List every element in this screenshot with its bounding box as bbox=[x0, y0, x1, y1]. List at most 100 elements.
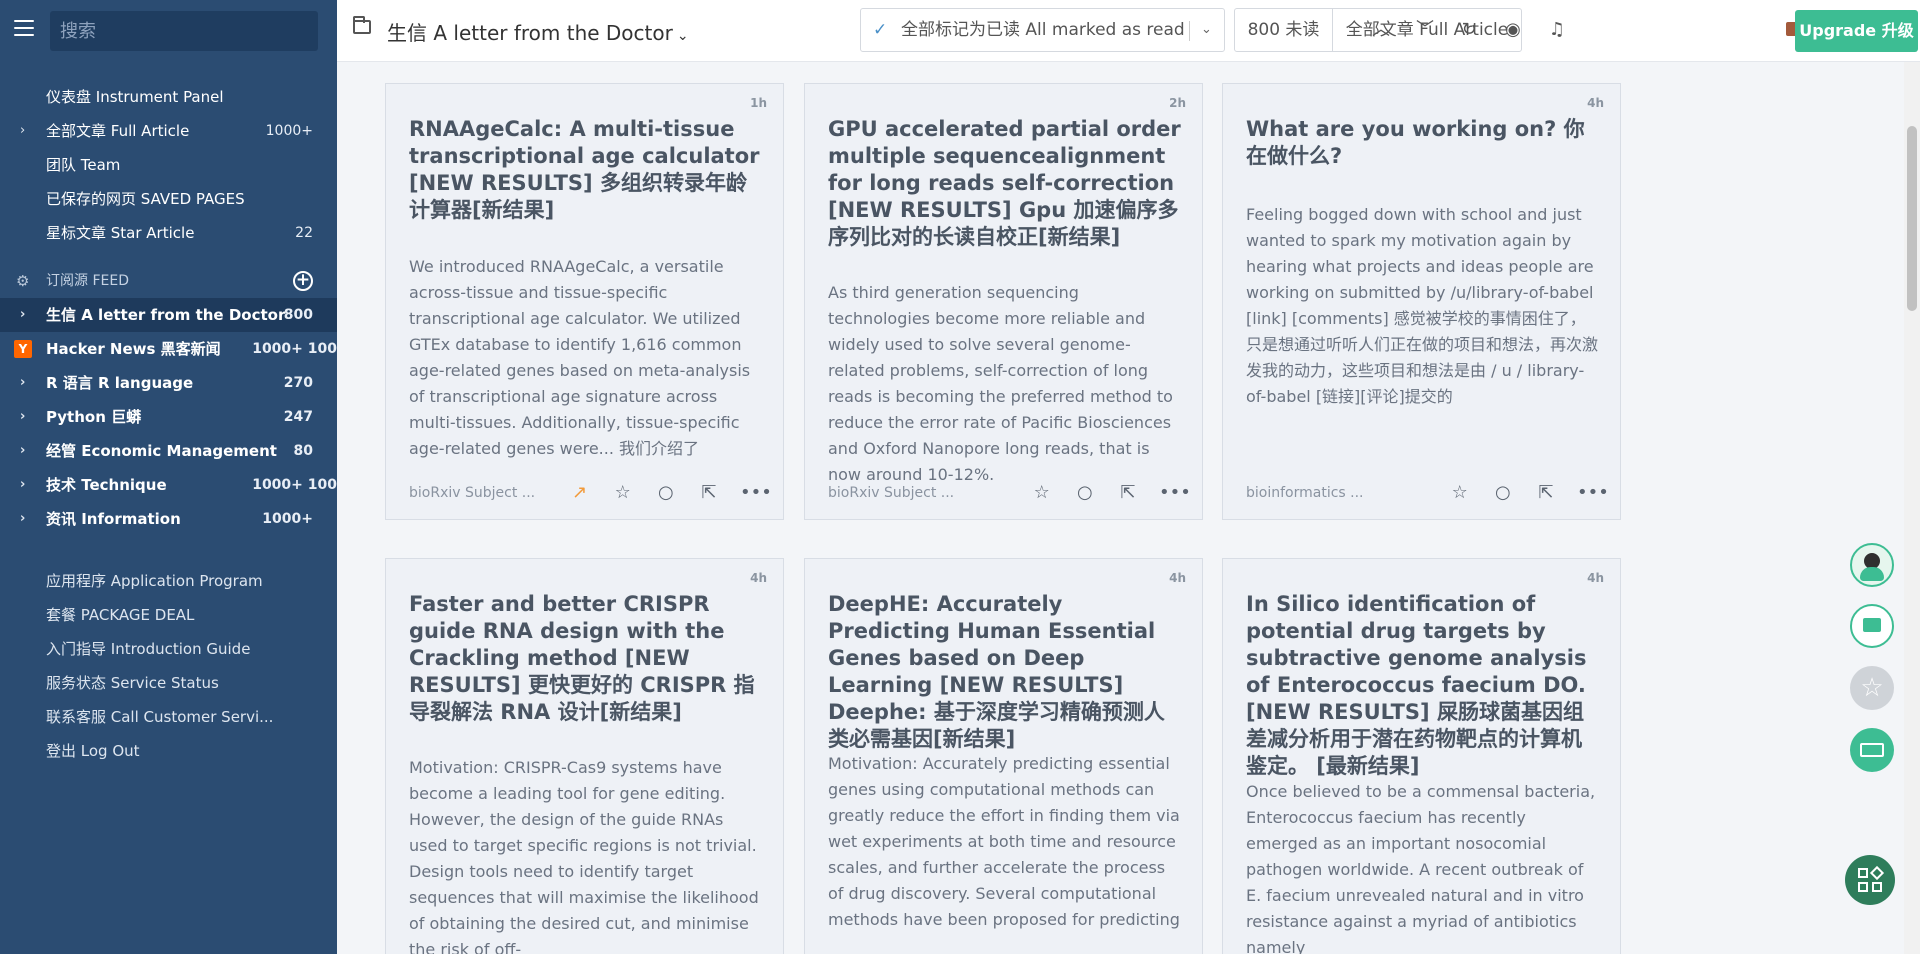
sidebar-topbar bbox=[0, 0, 337, 62]
article-footer: bioinformatics ... ☆ ○ ⇱ ••• bbox=[1246, 481, 1609, 505]
circle-icon[interactable]: ○ bbox=[654, 481, 678, 505]
unread-count: 80 bbox=[293, 443, 313, 459]
chevron-right-icon[interactable]: › bbox=[20, 502, 25, 536]
unread-count: 270 bbox=[283, 375, 313, 391]
keyboard-icon bbox=[1860, 743, 1884, 757]
feed-label: 生信 A letter from the Doctor bbox=[46, 306, 286, 324]
mark-all-read-label: 全部标记为已读 All marked as read bbox=[901, 20, 1185, 40]
sidebar-item-log-out[interactable]: 登出 Log Out bbox=[0, 734, 337, 768]
sidebar-item-label: 联系客服 Call Customer Servi... bbox=[46, 708, 274, 726]
feed-item-python[interactable]: › Python 巨蟒 247 bbox=[0, 400, 337, 434]
feed-label: R 语言 R language bbox=[46, 374, 194, 392]
chevron-right-icon[interactable]: › bbox=[20, 298, 25, 332]
article-card[interactable]: 4h Faster and better CRISPR guide RNA de… bbox=[385, 558, 784, 954]
article-summary: Motivation: CRISPR-Cas9 systems have bec… bbox=[409, 758, 759, 954]
sidebar-item-team[interactable]: 团队 Team bbox=[0, 148, 337, 182]
sidebar-item-introduction-guide[interactable]: 入门指导 Introduction Guide bbox=[0, 632, 337, 666]
apps-grid-icon bbox=[1872, 882, 1882, 892]
feed-section-header: ⚙ 订阅源 FEED + bbox=[0, 266, 337, 296]
eye-icon[interactable]: ◉ bbox=[1501, 18, 1525, 42]
unread-count: 1000+ 100 bbox=[252, 477, 337, 493]
hacker-news-logo-icon: Y bbox=[14, 340, 32, 358]
feed-item-bioinfo[interactable]: › 生信 A letter from the Doctor 800 bbox=[0, 298, 337, 332]
feed-item-information[interactable]: › 资讯 Information 1000+ bbox=[0, 502, 337, 536]
page-title[interactable]: 生信 A letter from the Doctor ⌄ bbox=[387, 17, 689, 46]
sidebar-item-label: 全部文章 Full Article bbox=[46, 122, 190, 140]
more-icon[interactable]: ••• bbox=[740, 481, 772, 505]
article-title[interactable]: GPU accelerated partial order multiple s… bbox=[828, 116, 1183, 251]
chevron-right-icon[interactable]: › bbox=[20, 434, 25, 468]
article-title[interactable]: Faster and better CRISPR guide RNA desig… bbox=[409, 591, 764, 726]
hamburger-menu-icon[interactable] bbox=[14, 20, 34, 38]
external-link-icon[interactable]: ⇱ bbox=[697, 481, 721, 505]
article-card[interactable]: 4h DeepHE: Accurately Predicting Human E… bbox=[804, 558, 1203, 954]
circle-icon[interactable]: ○ bbox=[1491, 481, 1515, 505]
chevron-down-icon[interactable]: ﹀ bbox=[1413, 18, 1437, 42]
more-icon[interactable]: ••• bbox=[1159, 481, 1191, 505]
circle-icon[interactable]: ○ bbox=[1073, 481, 1097, 505]
user-avatar-button[interactable] bbox=[1850, 543, 1894, 587]
feed-item-technique[interactable]: › 技术 Technique 1000+ 100 bbox=[0, 468, 337, 502]
article-summary: As third generation sequencing technolog… bbox=[828, 283, 1173, 484]
sidebar-item-saved-pages[interactable]: 已保存的网页 SAVED PAGES bbox=[0, 182, 337, 216]
unread-count: 247 bbox=[283, 409, 313, 425]
more-icon[interactable]: ••• bbox=[1577, 481, 1609, 505]
article-source[interactable]: bioRxiv Subject ... bbox=[828, 485, 954, 501]
chevron-right-icon[interactable]: › bbox=[20, 400, 25, 434]
sidebar-item-customer-service[interactable]: 联系客服 Call Customer Servi... bbox=[0, 700, 337, 734]
article-source[interactable]: bioinformatics ... bbox=[1246, 485, 1364, 501]
sidebar-item-package-deal[interactable]: 套餐 PACKAGE DEAL bbox=[0, 598, 337, 632]
scrollbar-thumb[interactable] bbox=[1907, 126, 1917, 311]
feed-item-r-language[interactable]: › R 语言 R language 270 bbox=[0, 366, 337, 400]
article-title[interactable]: In Silico identification of potential dr… bbox=[1246, 591, 1601, 780]
add-feed-icon[interactable]: + bbox=[293, 271, 313, 291]
sidebar-item-full-article[interactable]: › 全部文章 Full Article 1000+ bbox=[0, 114, 337, 148]
star-icon[interactable]: ☆ bbox=[1030, 481, 1054, 505]
article-title[interactable]: What are you working on? 你在做什么? bbox=[1246, 116, 1601, 170]
keyboard-shortcuts-button[interactable] bbox=[1850, 728, 1894, 772]
mark-all-read-button[interactable]: ✓ 全部标记为已读 All marked as read ⌄ bbox=[860, 8, 1225, 52]
sidebar-top-nav: 仪表盘 Instrument Panel › 全部文章 Full Article… bbox=[0, 80, 337, 250]
star-icon[interactable]: ☆ bbox=[1448, 481, 1472, 505]
favorites-button[interactable]: ☆ bbox=[1850, 666, 1894, 710]
sidebar-item-instrument-panel[interactable]: 仪表盘 Instrument Panel bbox=[0, 80, 337, 114]
external-link-icon[interactable]: ⇱ bbox=[1116, 481, 1140, 505]
sidebar-item-star-article[interactable]: 星标文章 Star Article 22 bbox=[0, 216, 337, 250]
chevron-right-icon[interactable]: › bbox=[20, 114, 25, 148]
feed-item-hacker-news[interactable]: Y Hacker News 黑客新闻 1000+ 100 bbox=[0, 332, 337, 366]
sidebar-item-service-status[interactable]: 服务状态 Service Status bbox=[0, 666, 337, 700]
feed-label: Python 巨蟒 bbox=[46, 408, 142, 426]
upgrade-button[interactable]: Upgrade 升级 bbox=[1795, 10, 1918, 52]
article-card[interactable]: 4h What are you working on? 你在做什么? Feeli… bbox=[1222, 83, 1621, 520]
chevron-right-icon[interactable]: › bbox=[20, 366, 25, 400]
chevron-down-icon[interactable]: ⌄ bbox=[677, 28, 689, 44]
sidebar-item-label: 仪表盘 Instrument Panel bbox=[46, 88, 224, 106]
article-card[interactable]: 1h RNAAgeCalc: A multi-tissue transcript… bbox=[385, 83, 784, 520]
promo-button[interactable] bbox=[1850, 604, 1894, 648]
top-header: 生信 A letter from the Doctor ⌄ ✓ 全部标记为已读 A… bbox=[337, 0, 1920, 62]
unread-count: 1000+ 100 bbox=[252, 341, 337, 357]
gear-icon[interactable]: ⚙ bbox=[16, 266, 29, 296]
refresh-icon[interactable]: ↻ bbox=[1457, 18, 1481, 42]
feed-item-economic-management[interactable]: › 经管 Economic Management 80 bbox=[0, 434, 337, 468]
star-icon[interactable]: ☆ bbox=[611, 481, 635, 505]
article-card[interactable]: 4h In Silico identification of potential… bbox=[1222, 558, 1621, 954]
apps-grid-icon bbox=[1858, 868, 1868, 878]
article-card[interactable]: 2h GPU accelerated partial order multipl… bbox=[804, 83, 1203, 520]
article-title[interactable]: DeepHE: Accurately Predicting Human Esse… bbox=[828, 591, 1183, 753]
external-link-icon[interactable]: ⇱ bbox=[1534, 481, 1558, 505]
unread-filter-button[interactable]: 800 未读 bbox=[1234, 8, 1333, 52]
chevron-up-icon[interactable]: ︿ bbox=[1369, 18, 1393, 42]
scrollbar[interactable] bbox=[1904, 62, 1920, 954]
article-source[interactable]: bioRxiv Subject ... bbox=[409, 485, 535, 501]
bell-icon[interactable]: ♫ bbox=[1545, 18, 1569, 42]
chevron-right-icon[interactable]: › bbox=[20, 468, 25, 502]
chevron-down-icon[interactable]: ⌄ bbox=[1201, 9, 1212, 51]
search-input[interactable] bbox=[50, 11, 318, 51]
apps-menu-button[interactable] bbox=[1845, 855, 1895, 905]
article-title[interactable]: RNAAgeCalc: A multi-tissue transcription… bbox=[409, 116, 764, 224]
unread-count: 22 bbox=[295, 225, 313, 241]
feed-label: 技术 Technique bbox=[46, 476, 167, 494]
divider bbox=[1189, 21, 1190, 41]
sidebar-item-application-program[interactable]: 应用程序 Application Program bbox=[0, 564, 337, 598]
